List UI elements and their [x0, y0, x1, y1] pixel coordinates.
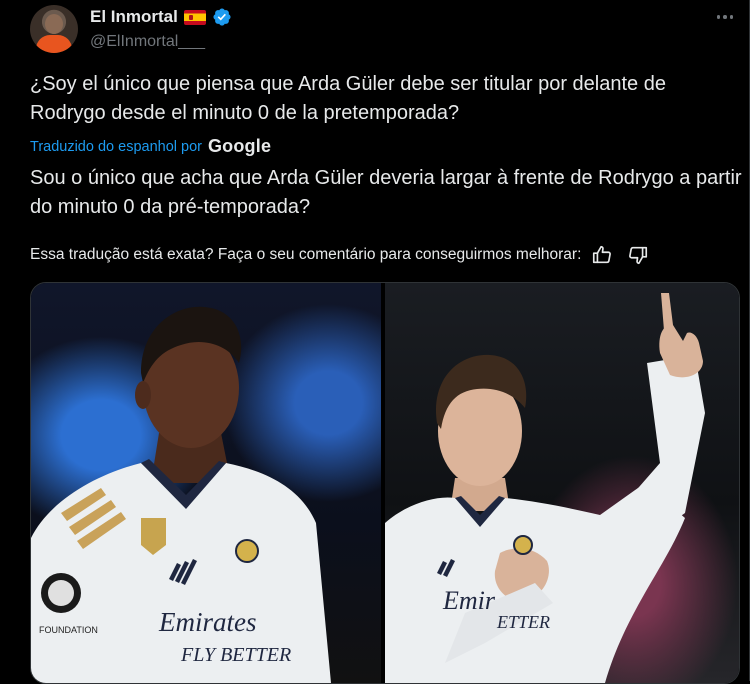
more-dot: [716, 15, 721, 19]
photo-arda-guler[interactable]: Emir ETTER: [385, 283, 739, 683]
right-jersey-sponsor: Emir: [442, 586, 496, 615]
translated-from-label[interactable]: Traduzido do espanhol por: [30, 139, 202, 155]
more-dot: [729, 15, 734, 19]
author-name-row: El Inmortal: [90, 7, 232, 27]
left-jersey-sponsor: Emirates: [158, 607, 257, 637]
tweet-original-text: ¿Soy el único que piensa que Arda Güler …: [30, 73, 666, 124]
thumbs-down-icon[interactable]: [627, 244, 649, 266]
avatar-shirt: [36, 35, 72, 53]
photo-left-illustration: FOUNDATION Emirates FLY BETTER: [31, 306, 331, 683]
spain-flag-icon: [183, 9, 206, 25]
photo-right-illustration: Emir ETTER: [385, 293, 705, 683]
tweet-header: El Inmortal @ElInmortal___: [30, 5, 740, 55]
verified-badge-icon[interactable]: [212, 7, 232, 27]
google-logo: Google: [207, 136, 272, 156]
author-handle[interactable]: @ElInmortal___: [90, 33, 205, 51]
right-jersey-sponsor-sub: ETTER: [496, 612, 550, 632]
tweet-media[interactable]: FOUNDATION Emirates FLY BETTER Emir ETTE…: [30, 282, 740, 684]
tweet-translated-text: Sou o único que acha que Arda Güler deve…: [30, 167, 742, 218]
left-jersey-sponsor-sub: FLY BETTER: [180, 644, 291, 666]
author-display-name[interactable]: El Inmortal: [90, 7, 178, 27]
avatar[interactable]: [30, 5, 78, 53]
thumbs-up-icon[interactable]: [591, 244, 613, 266]
translation-feedback: Essa tradução está exata? Faça o seu com…: [30, 244, 730, 266]
sleeve-patch-text: FOUNDATION: [39, 625, 98, 635]
photo-rodrygo[interactable]: FOUNDATION Emirates FLY BETTER: [31, 283, 381, 683]
avatar-head: [45, 14, 63, 34]
more-dot: [723, 15, 727, 19]
translation-feedback-question: Essa tradução está exata? Faça o seu com…: [30, 246, 582, 263]
more-options-icon[interactable]: [710, 5, 740, 29]
translation-attribution: Traduzido do espanhol por Google: [30, 136, 271, 157]
